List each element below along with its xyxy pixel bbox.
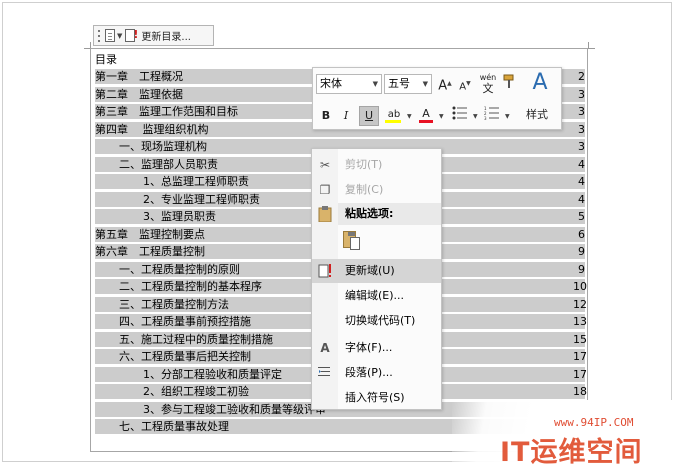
menu-item-update-field[interactable]: 更新域(U): [312, 259, 441, 283]
styles-label[interactable]: 样式: [526, 106, 548, 122]
toc-entry-page: 18: [573, 385, 587, 398]
update-toc-icon[interactable]: !: [125, 29, 138, 42]
toc-entry-text: 3、监理员职责: [143, 210, 216, 223]
toc-entry-text: 1、总监理工程师职责: [143, 175, 249, 188]
toc-entry-page: 3: [578, 105, 585, 118]
toc-entry-page: 9: [578, 262, 585, 276]
watermark-url: www.94IP.COM: [554, 416, 634, 429]
font-size-dropdown[interactable]: 五号 ▼: [384, 74, 432, 94]
italic-button[interactable]: I: [337, 106, 355, 126]
font-size-value: 五号: [388, 77, 410, 90]
font-color-button[interactable]: A: [417, 104, 435, 124]
toc-entry-page: 2: [578, 70, 585, 83]
toc-entry-text: 第三章 监理工作范围和目标: [95, 105, 238, 118]
toc-entry-page: 4: [578, 192, 585, 206]
toc-entry-page: 3: [578, 140, 585, 153]
toc-entry-text: 七、工程质量事故处理: [119, 420, 229, 433]
menu-item-edit-field[interactable]: 编辑域(E)...: [312, 284, 441, 308]
shrink-font-button[interactable]: A▼: [456, 74, 474, 94]
toc-entry-page: 17: [573, 350, 587, 363]
toc-heading: 目录: [95, 53, 117, 66]
bold-button[interactable]: B: [317, 106, 335, 126]
paste-keep-text-only-icon[interactable]: [342, 229, 364, 253]
update-toc-button[interactable]: 更新目录...: [141, 28, 191, 43]
bullets-icon[interactable]: [450, 106, 470, 126]
toc-entry-text: 2、专业监理工程师职责: [143, 192, 260, 206]
highlight-color-swatch: [385, 120, 401, 123]
toc-entry-text: 三、工程质量控制方法: [119, 297, 229, 311]
toc-entry-text: 第六章 工程质量控制: [95, 245, 205, 258]
toc-entry-page: 3: [578, 87, 585, 101]
toc-document-icon[interactable]: [105, 29, 115, 42]
menu-item-insert-symbol[interactable]: 插入符号(S): [312, 386, 441, 410]
toc-entry-text: 1、分部工程验收和质量评定: [143, 367, 282, 381]
toc-entry-text: 3、参与工程竣工验收和质量等级评审: [143, 402, 326, 416]
toc-entry-page: 4: [578, 157, 585, 171]
numbering-icon[interactable]: 123: [482, 106, 502, 126]
toc-entry-text: 二、监理部人员职责: [119, 157, 218, 171]
toc-entry-page: 5: [578, 210, 585, 223]
toc-entry-text: 六、工程质量事后把关控制: [119, 350, 251, 363]
toc-entry-text: 一、现场监理机构: [119, 140, 207, 153]
font-icon: A: [320, 341, 330, 355]
toc-entry-text: 二、工程质量控制的基本程序: [119, 280, 262, 293]
menu-item-paragraph[interactable]: 段落(P)...: [312, 361, 441, 385]
chevron-down-icon: ▼: [372, 80, 378, 88]
phonetic-guide-button[interactable]: wén 文: [478, 72, 498, 94]
font-name-value: 宋体: [320, 77, 342, 90]
highlight-color-button[interactable]: ab: [383, 104, 405, 124]
font-name-dropdown[interactable]: 宋体 ▼: [316, 74, 382, 94]
update-field-icon: [318, 263, 332, 279]
scissors-icon: ✂: [319, 158, 331, 172]
toc-entry-text: 2、组织工程竣工初验: [143, 385, 249, 398]
underline-button[interactable]: U: [359, 106, 379, 126]
toc-entry-page: 9: [578, 245, 585, 258]
format-painter-icon[interactable]: [500, 74, 518, 94]
clipboard-icon: [318, 206, 332, 223]
toc-entry-page: 10: [573, 280, 587, 293]
svg-text:3: 3: [484, 116, 487, 120]
grow-font-button[interactable]: A▲: [436, 74, 454, 94]
toc-entry-text: 一、工程质量控制的原则: [119, 262, 240, 276]
toc-entry-text: 第五章 监理控制要点: [95, 227, 205, 241]
toc-entry-text: 第一章 工程概况: [95, 70, 183, 83]
toc-entry-page: 3: [578, 122, 585, 136]
styles-icon[interactable]: A: [525, 70, 555, 95]
toc-entry-text: 五、施工过程中的质量控制措施: [119, 332, 273, 346]
chevron-down-icon: ▼: [422, 80, 428, 88]
crop-mark-top-right: [588, 42, 595, 49]
font-color-swatch: [419, 120, 433, 123]
paste-options-header: 粘贴选项:: [338, 203, 441, 225]
toc-entry-text: 第二章 监理依据: [95, 87, 183, 101]
toc-entry-page: 4: [578, 175, 585, 188]
menu-item-font[interactable]: A 字体(F)...: [312, 336, 441, 360]
watermark-logo: IT运维空间: [500, 437, 643, 468]
copy-icon: ❐: [319, 183, 331, 197]
chevron-down-icon[interactable]: ▼: [407, 113, 412, 120]
mini-formatting-toolbar: 宋体 ▼ 五号 ▼ A▲ A▼ wén 文 A 样式 B I U ab ▼ A …: [312, 67, 562, 130]
toc-entry-page: 15: [573, 332, 587, 346]
toc-field-toolbar: ▼ ! 更新目录...: [93, 25, 214, 46]
drag-grip-icon[interactable]: [96, 28, 102, 43]
chevron-down-icon[interactable]: ▼: [117, 32, 122, 40]
chevron-down-icon[interactable]: ▼: [439, 113, 444, 120]
paragraph-icon: [318, 365, 332, 381]
chevron-down-icon[interactable]: ▼: [505, 113, 510, 120]
context-menu: ✂ 剪切(T) ❐ 复制(C) 粘贴选项: 更新域(U) 编辑域(E)... 切…: [311, 148, 442, 410]
toc-entry-page: 6: [578, 227, 585, 241]
menu-item-copy[interactable]: ❐ 复制(C): [312, 178, 441, 202]
menu-item-toggle-field-codes[interactable]: 切换域代码(T): [312, 309, 441, 333]
toc-entry-text: 第四章 监理组织机构: [95, 122, 209, 136]
toc-entry-page: 17: [573, 367, 587, 381]
toc-entry-page: 12: [573, 297, 587, 311]
menu-item-cut[interactable]: ✂ 剪切(T): [312, 153, 441, 177]
toc-entry-page: 13: [573, 315, 587, 328]
toc-entry-text: 四、工程质量事前预控措施: [119, 315, 251, 328]
chevron-down-icon[interactable]: ▼: [473, 113, 478, 120]
